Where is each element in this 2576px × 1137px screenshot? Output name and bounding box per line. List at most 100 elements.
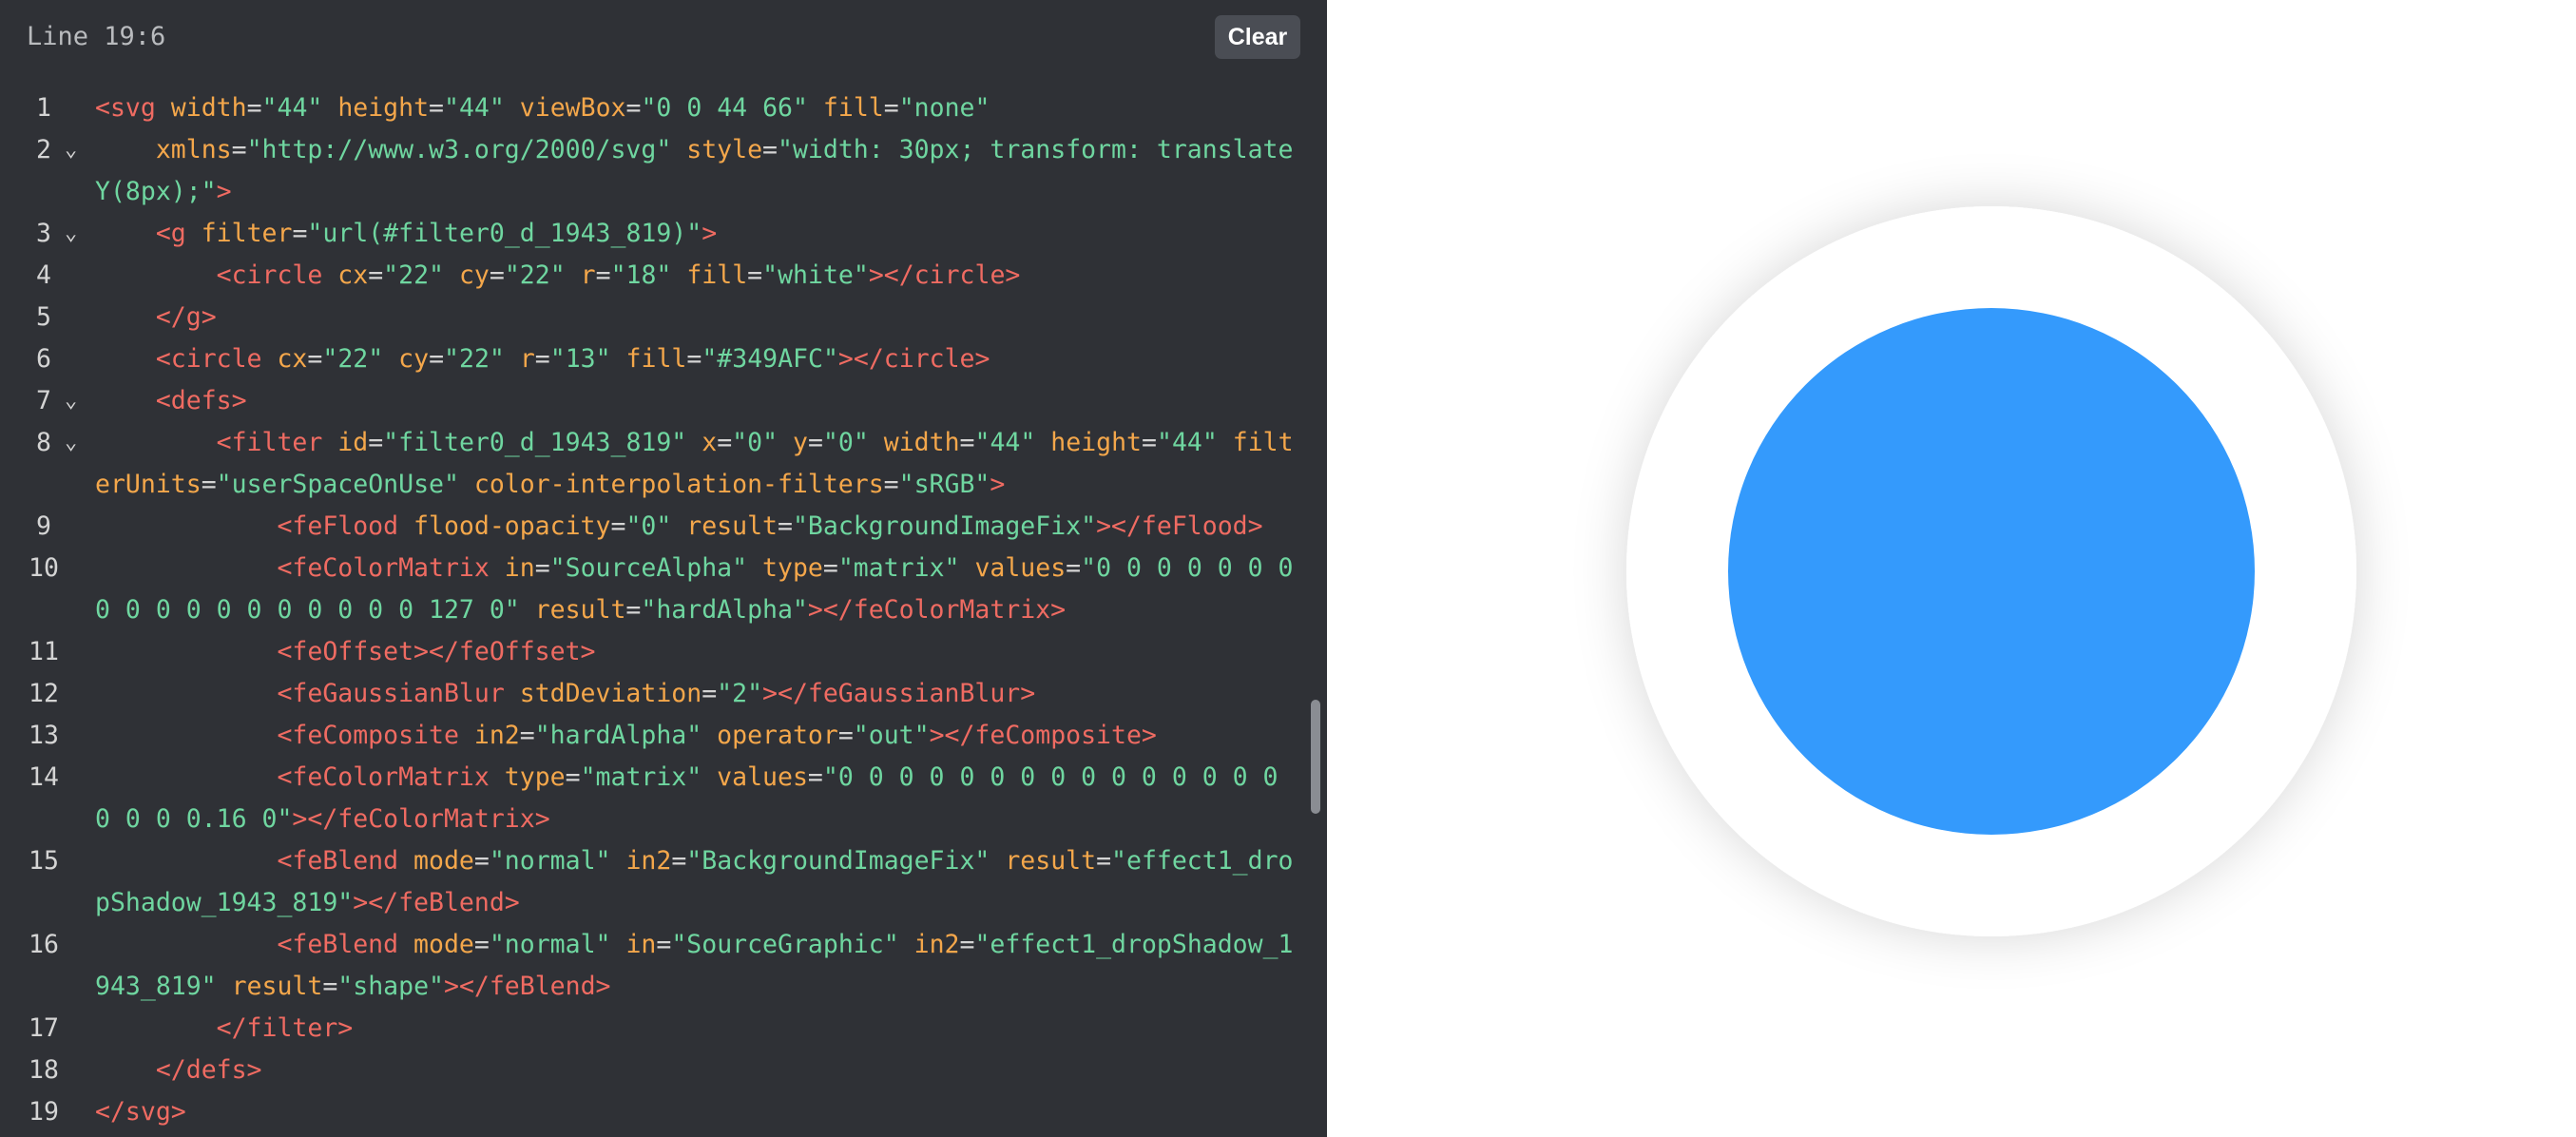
- code-token: "http://www.w3.org/2000/svg": [246, 135, 687, 164]
- code-token: "44": [444, 93, 520, 123]
- code-line[interactable]: 13 <feComposite in2="hardAlpha" operator…: [0, 715, 1308, 757]
- code-token: result: [231, 972, 323, 1001]
- code-token: height: [337, 93, 430, 123]
- code-token: "BackgroundImageFix": [792, 511, 1097, 541]
- line-number: 6: [36, 344, 51, 374]
- code-line[interactable]: 18 </defs>: [0, 1050, 1308, 1091]
- code-line[interactable]: 17 </filter>: [0, 1008, 1308, 1050]
- chevron-down-icon[interactable]: ⌄: [65, 422, 77, 464]
- code-token: "sRGB": [898, 470, 990, 499]
- code-token: "22": [444, 344, 520, 374]
- clear-button[interactable]: Clear: [1215, 15, 1300, 59]
- editor-scrollbar-thumb[interactable]: [1311, 700, 1320, 814]
- code-token: "0": [625, 511, 687, 541]
- code-line[interactable]: 4 <circle cx="22" cy="22" r="18" fill="w…: [0, 255, 1308, 297]
- code-line[interactable]: 15 <feBlend mode="normal" in2="Backgroun…: [0, 840, 1308, 924]
- code-token: "url(#filter0_d_1943_819)": [307, 219, 702, 248]
- code-token: <feColorMatrix: [277, 553, 505, 583]
- code-token: result: [686, 511, 778, 541]
- code-line[interactable]: 1 <svg width="44" height="44" viewBox="0 …: [0, 87, 1308, 129]
- line-gutter: 5: [0, 297, 95, 338]
- code-token: =: [807, 762, 823, 792]
- code-token: =: [595, 260, 611, 290]
- code-token: =: [489, 260, 505, 290]
- code-token: <defs>: [155, 386, 247, 415]
- code-line[interactable]: 2 ⌄ xmlns="http://www.w3.org/2000/svg" st…: [0, 129, 1308, 213]
- code-token: =: [292, 219, 308, 248]
- code-line[interactable]: 9 <feFlood flood-opacity="0" result="Bac…: [0, 506, 1308, 548]
- code-token: =: [368, 428, 384, 457]
- line-content: <circle cx="22" cy="22" r="13" fill="#34…: [95, 338, 1308, 380]
- line-gutter: 19: [0, 1091, 95, 1133]
- code-token: <feFlood: [277, 511, 414, 541]
- code-token: "none": [898, 93, 990, 123]
- code-token: "2": [717, 679, 763, 708]
- code-token: =: [1142, 428, 1157, 457]
- line-content: xmlns="http://www.w3.org/2000/svg" style…: [95, 129, 1308, 213]
- line-content: <feOffset></feOffset>: [95, 631, 1308, 673]
- code-token: =: [473, 930, 490, 959]
- line-content: <circle cx="22" cy="22" r="18" fill="whi…: [95, 255, 1308, 297]
- line-content: <feColorMatrix type="matrix" values="0 0…: [95, 757, 1308, 840]
- code-token: values: [717, 762, 808, 792]
- code-token: xmlns: [155, 135, 232, 164]
- code-token: "SourceGraphic": [671, 930, 914, 959]
- chevron-down-icon[interactable]: ⌄: [65, 129, 77, 171]
- code-editor[interactable]: Line 19:6 Clear 1 <svg width="44" height=…: [0, 0, 1327, 1137]
- code-token: in2: [473, 721, 520, 750]
- code-token: "normal": [489, 930, 626, 959]
- code-token: =: [778, 511, 793, 541]
- code-line[interactable]: 10 <feColorMatrix in="SourceAlpha" type=…: [0, 548, 1308, 631]
- chevron-down-icon[interactable]: ⌄: [65, 213, 77, 255]
- line-gutter: 18: [0, 1050, 95, 1091]
- line-number: 4: [36, 260, 51, 290]
- code-token: </filter>: [216, 1013, 354, 1043]
- code-line[interactable]: 6 <circle cx="22" cy="22" r="13" fill="#…: [0, 338, 1308, 380]
- line-gutter: 1: [0, 87, 95, 129]
- code-token: "BackgroundImageFix": [686, 846, 1006, 876]
- code-token: =: [625, 595, 642, 625]
- code-token: ></feColorMatrix>: [807, 595, 1067, 625]
- line-content: <svg width="44" height="44" viewBox="0 0…: [95, 87, 1308, 129]
- code-token: =: [519, 721, 535, 750]
- code-token: =: [231, 135, 247, 164]
- code-token: =: [702, 679, 718, 708]
- code-token: "22": [322, 344, 399, 374]
- code-token: =: [534, 344, 550, 374]
- code-token: <feOffset></feOffset>: [277, 637, 596, 666]
- code-token: result: [1005, 846, 1097, 876]
- code-line[interactable]: 16 <feBlend mode="normal" in="SourceGrap…: [0, 924, 1308, 1008]
- line-gutter: 17: [0, 1008, 95, 1050]
- code-line[interactable]: 8 ⌄ <filter id="filter0_d_1943_819" x="0"…: [0, 422, 1308, 506]
- line-content: <feBlend mode="normal" in="SourceGraphic…: [95, 924, 1308, 1008]
- code-line[interactable]: 5 </g>: [0, 297, 1308, 338]
- code-token: <filter: [216, 428, 338, 457]
- code-line[interactable]: 7 ⌄ <defs>: [0, 380, 1308, 422]
- code-token: =: [565, 762, 581, 792]
- code-line[interactable]: 12 <feGaussianBlur stdDeviation="2"></fe…: [0, 673, 1308, 715]
- code-token: =: [822, 553, 838, 583]
- preview-canvas: [1626, 206, 2356, 936]
- code-line[interactable]: 14 <feColorMatrix type="matrix" values="…: [0, 757, 1308, 840]
- line-gutter: 7 ⌄: [0, 380, 95, 422]
- code-token: =: [837, 721, 854, 750]
- line-number: 7: [36, 386, 51, 415]
- code-token: "filter0_d_1943_819": [383, 428, 702, 457]
- code-line[interactable]: 11 <feOffset></feOffset>: [0, 631, 1308, 673]
- line-number: 17: [29, 1013, 59, 1043]
- code-token: </defs>: [155, 1055, 262, 1085]
- code-token: "0": [732, 428, 793, 457]
- code-line[interactable]: 19 </svg>: [0, 1091, 1308, 1133]
- code-token: flood-opacity: [413, 511, 611, 541]
- line-gutter: 10: [0, 548, 95, 631]
- code-token: cy: [458, 260, 490, 290]
- code-token: =: [201, 470, 217, 499]
- code-line[interactable]: 3 ⌄ <g filter="url(#filter0_d_1943_819)">: [0, 213, 1308, 255]
- code-lines[interactable]: 1 <svg width="44" height="44" viewBox="0 …: [0, 87, 1308, 1133]
- line-gutter: 2 ⌄: [0, 129, 95, 213]
- chevron-down-icon[interactable]: ⌄: [65, 380, 77, 422]
- line-content: <feFlood flood-opacity="0" result="Backg…: [95, 506, 1308, 548]
